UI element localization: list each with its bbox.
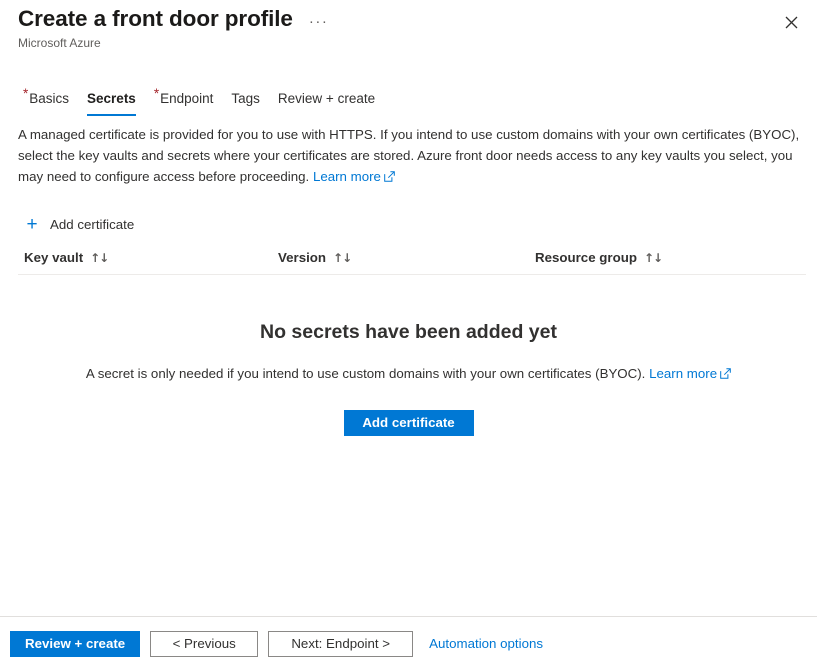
empty-state-title: No secrets have been added yet [260,321,557,343]
tab-review-create[interactable]: Review + create [269,84,384,112]
tab-secrets-label: Secrets [87,90,136,106]
empty-state-learn-more-link[interactable]: Learn more [649,366,731,381]
required-asterisk: * [153,86,160,101]
description-text: A managed certificate is provided for yo… [18,124,806,188]
tab-basics[interactable]: * Basics [14,84,78,112]
empty-state-learn-more-label: Learn more [649,366,718,381]
tab-tags-label: Tags [231,90,260,106]
tab-tags[interactable]: Tags [222,84,269,112]
external-link-icon [720,365,731,385]
column-header-key-vault[interactable]: Key vault ↑↓ [24,250,109,265]
column-header-resource-group[interactable]: Resource group ↑↓ [535,250,663,265]
learn-more-link[interactable]: Learn more [313,169,395,184]
review-create-button[interactable]: Review + create [10,630,141,657]
automation-options-link[interactable]: Automation options [429,636,543,651]
previous-button[interactable]: < Previous [150,630,259,657]
tab-endpoint-label: Endpoint [160,90,214,106]
empty-state-subtitle: A secret is only needed if you intend to… [0,364,817,385]
add-certificate-button[interactable]: Add certificate [343,410,474,436]
column-header-version[interactable]: Version ↑↓ [278,250,352,265]
sort-icon: ↑↓ [90,250,109,265]
title-row: Create a front door profile ··· [18,4,328,34]
column-header-version-label: Version [278,250,327,265]
table-header-row: Key vault ↑↓ Version ↑↓ Resource group ↑… [18,250,806,272]
empty-state-subtitle-text: A secret is only needed if you intend to… [85,366,646,381]
column-header-resource-group-label: Resource group [535,250,637,265]
tab-review-create-label: Review + create [277,90,376,106]
tab-secrets[interactable]: Secrets [78,84,145,116]
tab-basics-label: Basics [29,90,70,106]
plus-icon: + [26,213,38,235]
add-certificate-command-label: Add certificate [50,216,135,232]
breadcrumb: Microsoft Azure [18,36,101,50]
required-asterisk: * [23,86,29,101]
page-title: Create a front door profile [18,6,293,31]
tabstrip: * Basics Secrets * Endpoint Tags Review + … [14,84,817,116]
more-options-icon[interactable]: ··· [309,5,329,33]
sort-icon: ↑↓ [333,250,352,265]
close-icon[interactable] [775,6,807,38]
blade-header: Create a front door profile ··· Microsof… [0,0,817,62]
tab-endpoint[interactable]: * Endpoint [145,84,223,112]
column-header-key-vault-label: Key vault [24,250,84,265]
external-link-icon [384,167,395,188]
add-certificate-command[interactable]: + Add certificate [22,212,134,236]
next-endpoint-button[interactable]: Next: Endpoint > [268,630,414,657]
empty-state: No secrets have been added yet A secret … [0,318,817,436]
description-body: A managed certificate is provided for yo… [18,127,800,184]
table-divider [18,274,806,275]
footer-action-bar: Review + create < Previous Next: Endpoin… [0,617,817,670]
learn-more-label: Learn more [312,169,381,184]
sort-icon: ↑↓ [643,250,663,265]
